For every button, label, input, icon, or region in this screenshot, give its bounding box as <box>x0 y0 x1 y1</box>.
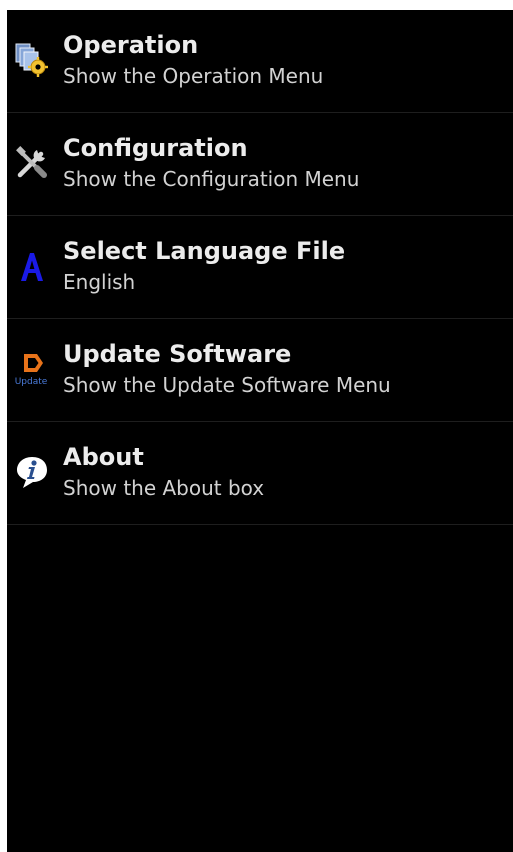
menu-item-configuration[interactable]: Configuration Show the Configuration Men… <box>7 113 513 216</box>
menu-item-title: About <box>63 443 144 471</box>
update-icon: Update <box>13 350 51 388</box>
menu-item-update-software[interactable]: Update Update Software Show the Update S… <box>7 319 513 422</box>
menu-item-about[interactable]: About Show the About box <box>7 422 513 525</box>
menu-item-operation[interactable]: Operation Show the Operation Menu <box>7 10 513 113</box>
menu-item-language[interactable]: Select Language File English <box>7 216 513 319</box>
menu-item-text: Configuration Show the Configuration Men… <box>63 133 505 192</box>
operation-icon <box>13 41 51 79</box>
menu-item-subtitle: English <box>63 270 136 294</box>
menu-item-subtitle: Show the Update Software Menu <box>63 373 391 397</box>
menu-item-text: Update Software Show the Update Software… <box>63 339 505 398</box>
menu-item-subtitle: Show the About box <box>63 476 265 500</box>
menu-item-text: About Show the About box <box>63 442 505 501</box>
menu-item-subtitle: Show the Configuration Menu <box>63 167 360 191</box>
menu-item-title: Select Language File <box>63 237 346 265</box>
update-icon-caption: Update <box>15 377 48 387</box>
menu-item-text: Operation Show the Operation Menu <box>63 30 505 89</box>
menu-item-title: Update Software <box>63 340 292 368</box>
app-screen: Operation Show the Operation Menu Config… <box>7 10 513 852</box>
menu-item-title: Operation <box>63 31 199 59</box>
menu-item-text: Select Language File English <box>63 236 505 295</box>
tools-icon <box>13 144 51 182</box>
info-icon <box>13 453 51 491</box>
menu-item-subtitle: Show the Operation Menu <box>63 64 324 88</box>
menu-item-title: Configuration <box>63 134 248 162</box>
language-icon <box>13 247 51 285</box>
main-menu-list: Operation Show the Operation Menu Config… <box>7 10 513 525</box>
